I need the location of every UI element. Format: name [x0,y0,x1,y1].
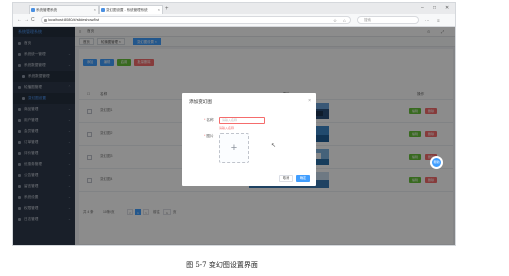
figure-caption: 图 5-7 变幻图设置界面 [186,261,258,269]
reload-icon[interactable]: C [31,16,35,24]
browser-search-field[interactable]: 搜索 [357,16,419,24]
name-field[interactable]: 请输入名称 [219,117,265,124]
minimize-icon[interactable]: – [421,4,424,13]
browser-tab-1[interactable]: 系统管理系统 × [29,5,99,14]
url-field[interactable]: localhost:8080/#/slideshow/list [41,16,351,24]
close-icon[interactable]: × [308,98,311,104]
tab-favicon-icon [31,8,35,12]
search-placeholder: 搜索 [364,18,371,22]
name-label-text: 名称 [206,118,214,122]
back-icon[interactable]: ← [17,16,22,24]
name-error-message: 请输入名称 [219,126,235,130]
cancel-button[interactable]: 取消 [279,175,293,182]
close-tab-icon[interactable]: × [94,6,96,14]
tab-favicon-icon [101,8,105,12]
browser-tab-label: 变幻图设置 - 系统管理系统 [106,8,148,12]
help-button[interactable]: 帮助 [430,156,443,169]
home-icon[interactable]: ⌂ [343,17,346,24]
confirm-button[interactable]: 确定 [296,175,310,182]
new-tab-button[interactable]: + [165,5,169,13]
image-upload[interactable]: + [219,133,249,163]
name-label: * 名称 [204,118,214,123]
browser-tab-2[interactable]: 变幻图设置 - 系统管理系统 × [99,5,163,14]
plus-icon: + [230,142,238,154]
extensions-icon[interactable]: ⋯ [425,17,430,24]
browser-tab-label: 系统管理系统 [36,8,57,12]
image-label: * 图片 [204,134,214,139]
url-text: localhost:8080/#/slideshow/list [48,18,100,22]
close-tab-icon[interactable]: × [158,6,160,14]
lock-icon [44,19,47,22]
menu-icon[interactable]: ≡ [437,17,440,24]
image-label-text: 图片 [206,134,214,138]
forward-icon[interactable]: → [24,16,29,24]
browser-screenshot: 系统管理系统 × 变幻图设置 - 系统管理系统 × + – □ ✕ ← → C … [12,2,456,246]
maximize-icon[interactable]: □ [433,4,436,13]
close-window-icon[interactable]: ✕ [445,4,449,13]
name-placeholder: 请输入名称 [222,118,238,122]
address-bar-row: ← → C localhost:8080/#/slideshow/list ☆ … [13,14,455,27]
dialog-title: 添加变幻图 [189,99,212,104]
mouse-cursor-icon: ↖ [271,143,277,149]
bookmark-icon[interactable]: ☆ [333,17,337,24]
add-transform-image-dialog: 添加变幻图 × * 名称 请输入名称 请输入名称 * 图片 + ↖ 取消 确定 [182,93,316,186]
